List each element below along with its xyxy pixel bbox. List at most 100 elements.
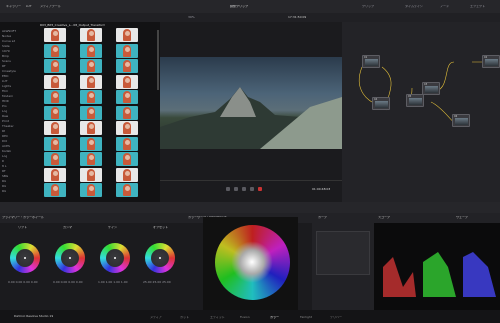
folder-item[interactable]: Bmp bbox=[2, 55, 9, 58]
tab-nodes[interactable]: ノード bbox=[440, 5, 449, 8]
media-thumbnail[interactable] bbox=[80, 152, 102, 166]
page-tab[interactable]: カット bbox=[180, 316, 189, 319]
color-node[interactable]: 03 bbox=[422, 82, 440, 95]
media-thumbnail[interactable] bbox=[44, 121, 66, 135]
media-thumbnail[interactable] bbox=[116, 28, 138, 42]
media-thumbnail[interactable] bbox=[44, 90, 66, 104]
color-wheel[interactable] bbox=[100, 243, 130, 273]
waveform-dropdown[interactable]: ウェーブ bbox=[456, 216, 468, 219]
media-thumbnail[interactable] bbox=[116, 136, 138, 151]
folder-item[interactable]: Print bbox=[2, 120, 9, 123]
tab-media-pool[interactable]: メディアプール bbox=[40, 5, 61, 8]
folder-item[interactable]: RG bbox=[2, 185, 6, 188]
media-thumbnail[interactable] bbox=[44, 105, 66, 120]
folder-item[interactable]: 8 L bbox=[2, 165, 7, 168]
color-wheel[interactable] bbox=[145, 243, 175, 273]
folder-item[interactable]: DCI bbox=[2, 140, 7, 143]
curve-graph[interactable] bbox=[316, 231, 370, 275]
folder-item[interactable]: Rt bbox=[2, 130, 5, 133]
media-thumbnail[interactable] bbox=[80, 28, 102, 42]
folder-item[interactable]: EMC bbox=[2, 75, 9, 78]
media-thumbnail[interactable] bbox=[80, 74, 102, 89]
media-thumbnail[interactable] bbox=[80, 183, 102, 197]
zoom-level[interactable]: 39% bbox=[188, 16, 195, 19]
folder-item[interactable]: Film bbox=[2, 90, 8, 93]
media-thumbnail[interactable] bbox=[44, 74, 66, 89]
stop-icon[interactable] bbox=[242, 187, 246, 191]
media-thumbnail[interactable] bbox=[80, 59, 102, 73]
folder-item[interactable]: ACES bbox=[2, 145, 10, 148]
media-thumbnail[interactable] bbox=[116, 90, 138, 104]
media-thumbnail[interactable] bbox=[44, 59, 66, 73]
folder-item[interactable]: Log bbox=[2, 110, 7, 113]
media-thumbnail[interactable] bbox=[116, 152, 138, 166]
folder-item[interactable]: ALWSOFT bbox=[2, 30, 16, 33]
media-scrollbar[interactable] bbox=[157, 30, 159, 90]
tab-lut[interactable]: LUT bbox=[26, 5, 32, 8]
folder-item[interactable]: SBG bbox=[2, 175, 8, 178]
folder-item[interactable]: Modern bbox=[2, 95, 13, 98]
color-node[interactable]: 05 bbox=[406, 94, 424, 107]
media-thumbnail[interactable] bbox=[44, 28, 66, 42]
media-thumbnail[interactable] bbox=[80, 136, 102, 151]
media-thumbnail[interactable] bbox=[80, 121, 102, 135]
tab-clips[interactable]: クリップ bbox=[362, 5, 374, 8]
folder-item[interactable]: Lights bbox=[2, 85, 11, 88]
media-thumbnail[interactable] bbox=[80, 43, 102, 58]
folder-item[interactable]: RG bbox=[2, 180, 6, 183]
folder-item[interactable]: RT bbox=[2, 170, 6, 173]
media-thumbnail[interactable] bbox=[116, 121, 138, 135]
page-tab[interactable]: メディア bbox=[150, 316, 162, 319]
color-wheel[interactable] bbox=[55, 243, 85, 273]
folder-item[interactable]: Kodak bbox=[2, 150, 11, 153]
folder-item[interactable]: Cinestyle bbox=[2, 70, 16, 73]
wheel-values[interactable]: 25.00 25.00 25.00 bbox=[143, 281, 171, 284]
media-thumbnail[interactable] bbox=[116, 183, 138, 197]
media-thumbnail[interactable] bbox=[116, 105, 138, 120]
page-tab[interactable]: デリバー bbox=[330, 316, 342, 319]
folder-item[interactable]: HDR bbox=[2, 100, 9, 103]
color-node[interactable]: 06 bbox=[452, 114, 470, 127]
skip-back-icon[interactable] bbox=[226, 187, 230, 191]
folder-item[interactable]: Log bbox=[2, 155, 7, 158]
scrubber[interactable] bbox=[160, 180, 342, 181]
page-tab[interactable]: カラー bbox=[270, 316, 279, 319]
page-tab[interactable]: Fusion bbox=[240, 316, 250, 319]
color-node[interactable]: 04 bbox=[372, 97, 390, 110]
folder-item[interactable]: RG bbox=[2, 190, 6, 193]
folder-item[interactable]: Raw bbox=[2, 115, 8, 118]
folder-item[interactable]: Theater bbox=[2, 125, 14, 128]
folder-item[interactable]: Pro bbox=[2, 105, 7, 108]
wheel-values[interactable]: 1.00 1.00 1.00 1.00 bbox=[98, 281, 128, 284]
play-reverse-icon[interactable] bbox=[234, 187, 238, 191]
media-thumbnail[interactable] bbox=[116, 167, 138, 182]
play-icon[interactable] bbox=[250, 187, 254, 191]
media-thumbnail[interactable] bbox=[44, 183, 66, 197]
media-thumbnail[interactable] bbox=[80, 105, 102, 120]
media-thumbnail[interactable] bbox=[116, 59, 138, 73]
tab-timeline[interactable]: タイムライン bbox=[405, 5, 423, 8]
color-node[interactable]: 02 bbox=[482, 55, 500, 68]
tab-effects[interactable]: エフェクト bbox=[470, 5, 485, 8]
folder-item[interactable]: Slate bbox=[2, 45, 10, 48]
media-thumbnail[interactable] bbox=[116, 74, 138, 89]
media-thumbnail[interactable] bbox=[80, 167, 102, 182]
folder-item[interactable]: 1979 bbox=[2, 50, 10, 53]
folder-item[interactable]: LUT bbox=[2, 80, 8, 83]
media-thumbnail[interactable] bbox=[44, 152, 66, 166]
media-thumbnail[interactable] bbox=[44, 43, 66, 58]
loop-icon[interactable] bbox=[258, 187, 262, 191]
media-thumbnail[interactable] bbox=[80, 90, 102, 104]
wheel-values[interactable]: 0.00 0.00 0.00 0.00 bbox=[53, 281, 83, 284]
color-wheel[interactable] bbox=[10, 243, 40, 273]
tab-gallery[interactable]: ギャラリー bbox=[6, 5, 21, 8]
color-node[interactable]: 01 bbox=[362, 55, 380, 68]
folder-item[interactable]: Curve sd bbox=[2, 40, 15, 43]
folder-item[interactable]: RT bbox=[2, 65, 6, 68]
page-tab[interactable]: Fairlight bbox=[300, 316, 312, 319]
folder-item[interactable]: Nodes bbox=[2, 35, 11, 38]
page-tab[interactable]: エディット bbox=[210, 316, 225, 319]
media-thumbnail[interactable] bbox=[116, 43, 138, 58]
wheel-values[interactable]: 0.00 0.00 0.00 0.00 bbox=[8, 281, 38, 284]
folder-item[interactable]: REC bbox=[2, 135, 8, 138]
